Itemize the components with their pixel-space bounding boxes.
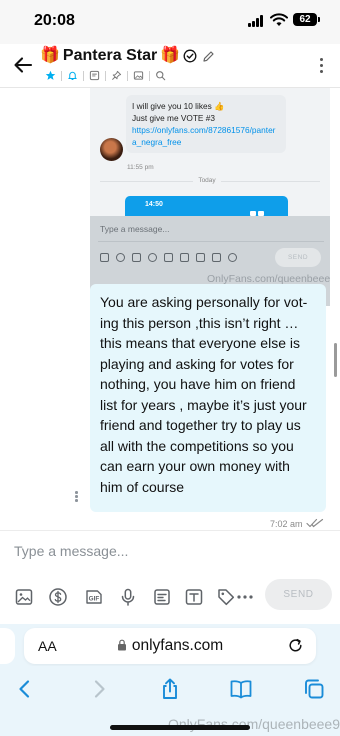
share-icon[interactable] [158,677,182,701]
read-receipt-icon [306,518,324,528]
embedded-send-button: SEND [275,248,321,267]
battery-icon: 62 [293,13,320,26]
avatar [100,138,123,161]
reload-icon[interactable] [287,637,304,654]
verified-icon [183,49,197,63]
message-options-icon[interactable] [75,491,78,503]
pin-icon[interactable] [111,70,122,81]
text-image-icon[interactable] [184,587,204,607]
chat-header: 🎁 Pantera Star 🎁 [0,44,340,88]
divider [127,70,128,81]
embedded-message-input: Type a message... [100,224,170,234]
chat-title-row[interactable]: 🎁 Pantera Star 🎁 [40,46,215,66]
embedded-inner-screenshot: 14:50 [125,196,288,234]
message-composer: Type a message... GIF SEND [0,530,340,624]
back-icon[interactable] [13,677,37,701]
gift-emoji: 🎁 [40,47,60,64]
embedded-message-line: Just give me VOTE #3 [132,113,216,123]
embedded-inner-time: 14:50 [145,201,163,208]
image-icon[interactable] [133,70,144,81]
gif-icon[interactable]: GIF [84,587,104,607]
composer-toolbar: GIF [14,587,254,607]
price-tag-icon[interactable] [216,587,236,607]
search-icon[interactable] [155,70,166,81]
note-icon[interactable] [89,70,100,81]
date-divider: Today [90,177,324,184]
embedded-timestamp: 11:55 pm [127,164,154,171]
signal-icon [248,15,264,27]
microphone-icon[interactable] [118,587,138,607]
poll-icon[interactable] [152,587,172,607]
tabs-icon[interactable] [302,677,326,701]
pencil-icon[interactable] [202,50,215,63]
embedded-message-bubble: I will give you 10 likes 👍 Just give me … [126,95,286,153]
previous-tab-edge[interactable] [0,628,15,664]
chat-title[interactable]: Pantera Star [63,47,157,65]
shared-screenshot-image[interactable]: I will give you 10 likes 👍 Just give me … [90,88,330,306]
image-icon[interactable] [14,587,34,607]
divider [83,70,84,81]
bell-icon[interactable] [67,70,78,81]
browser-address-area: AA onlyfans.com [0,624,340,666]
status-time: 20:08 [34,12,75,29]
embedded-message-line: I will give you 10 likes 👍 [132,101,225,111]
chat-action-icons [40,70,171,81]
embedded-link: https://onlyfans.com/872861576/pantera_n… [132,125,276,147]
lock-icon [117,639,126,651]
more-options-icon[interactable] [320,58,324,74]
chat-messages[interactable]: I will give you 10 likes 👍 Just give me … [0,88,340,530]
message-timestamp: 7:02 am [270,519,303,529]
more-icon[interactable] [236,587,254,607]
gift-emoji: 🎁 [160,47,181,64]
divider [105,70,106,81]
message-input[interactable]: Type a message... [14,543,128,559]
browser-toolbar: OnlyFans.com/queenbeee9 [0,666,340,736]
embedded-toolbar-icons [100,253,237,262]
forward-icon[interactable] [87,677,111,701]
home-indicator [110,725,250,730]
scrollbar[interactable] [334,343,337,377]
date-divider-label: Today [193,177,221,184]
url-display[interactable]: onlyfans.com [24,637,316,655]
address-bar[interactable]: AA onlyfans.com [24,628,316,664]
dollar-icon[interactable] [48,587,68,607]
bookmarks-icon[interactable] [229,677,253,701]
wifi-icon [270,13,288,26]
divider [149,70,150,81]
status-icons [250,203,276,234]
star-icon[interactable] [45,70,56,81]
send-button[interactable]: SEND [265,579,332,610]
url-text: onlyfans.com [131,637,224,654]
status-bar: 20:08 62 [0,0,340,44]
divider [98,241,324,242]
divider [61,70,62,81]
sent-message-bubble[interactable]: You are asking personally for vot- ing t… [90,284,326,512]
svg-text:GIF: GIF [89,596,100,603]
back-arrow-icon[interactable] [12,54,34,76]
